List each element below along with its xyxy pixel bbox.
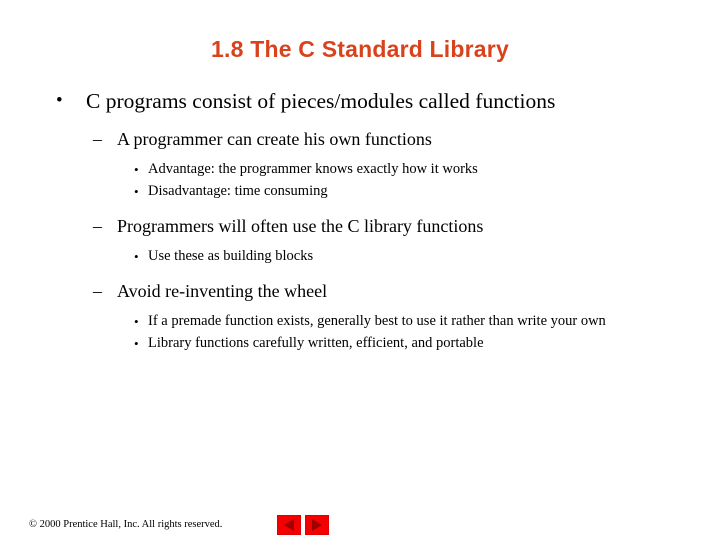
bullet-text: Programmers will often use the C library… xyxy=(117,216,484,236)
bullet-marker-icon: • xyxy=(56,90,63,111)
bullet-level3: • Library functions carefully written, e… xyxy=(0,334,720,353)
bullet-marker-icon: • xyxy=(134,314,139,329)
slide-canvas: 1.8 The C Standard Library • C programs … xyxy=(0,0,720,540)
triangle-left-icon xyxy=(284,519,294,531)
bullet-text: Disadvantage: time consuming xyxy=(148,183,328,199)
bullet-marker-icon: • xyxy=(134,162,139,177)
bullet-text: If a premade function exists, generally … xyxy=(148,313,606,329)
copyright-notice: © 2000 Prentice Hall, Inc. All rights re… xyxy=(29,519,223,530)
bullet-level3: • Use these as building blocks xyxy=(0,247,720,266)
bullet-level3: • Advantage: the programmer knows exactl… xyxy=(0,160,720,179)
slide-body: • C programs consist of pieces/modules c… xyxy=(0,88,720,353)
bullet-marker-icon: • xyxy=(134,184,139,199)
bullet-text: Advantage: the programmer knows exactly … xyxy=(148,161,478,177)
bullet-text: Avoid re-inventing the wheel xyxy=(117,281,328,301)
previous-slide-button[interactable] xyxy=(277,515,301,535)
page-title: 1.8 The C Standard Library xyxy=(211,36,509,62)
bullet-marker-icon: • xyxy=(134,249,139,264)
bullet-text: C programs consist of pieces/modules cal… xyxy=(86,89,556,113)
bullet-level2: – Avoid re-inventing the wheel xyxy=(0,280,720,303)
next-slide-button[interactable] xyxy=(305,515,329,535)
dash-marker-icon: – xyxy=(93,216,102,236)
bullet-text: A programmer can create his own function… xyxy=(117,129,432,149)
triangle-right-icon xyxy=(312,519,322,531)
dash-marker-icon: – xyxy=(93,281,102,301)
bullet-text: Use these as building blocks xyxy=(148,248,314,264)
bullet-level3: • If a premade function exists, generall… xyxy=(0,312,720,331)
bullet-marker-icon: • xyxy=(134,336,139,351)
bullet-level2: – Programmers will often use the C libra… xyxy=(0,215,720,238)
bullet-level3: • Disadvantage: time consuming xyxy=(0,182,720,201)
dash-marker-icon: – xyxy=(93,129,102,149)
slide-navigation xyxy=(277,515,329,535)
bullet-text: Library functions carefully written, eff… xyxy=(148,335,484,351)
bullet-level1: • C programs consist of pieces/modules c… xyxy=(0,88,720,114)
bullet-level2: – A programmer can create his own functi… xyxy=(0,128,720,151)
